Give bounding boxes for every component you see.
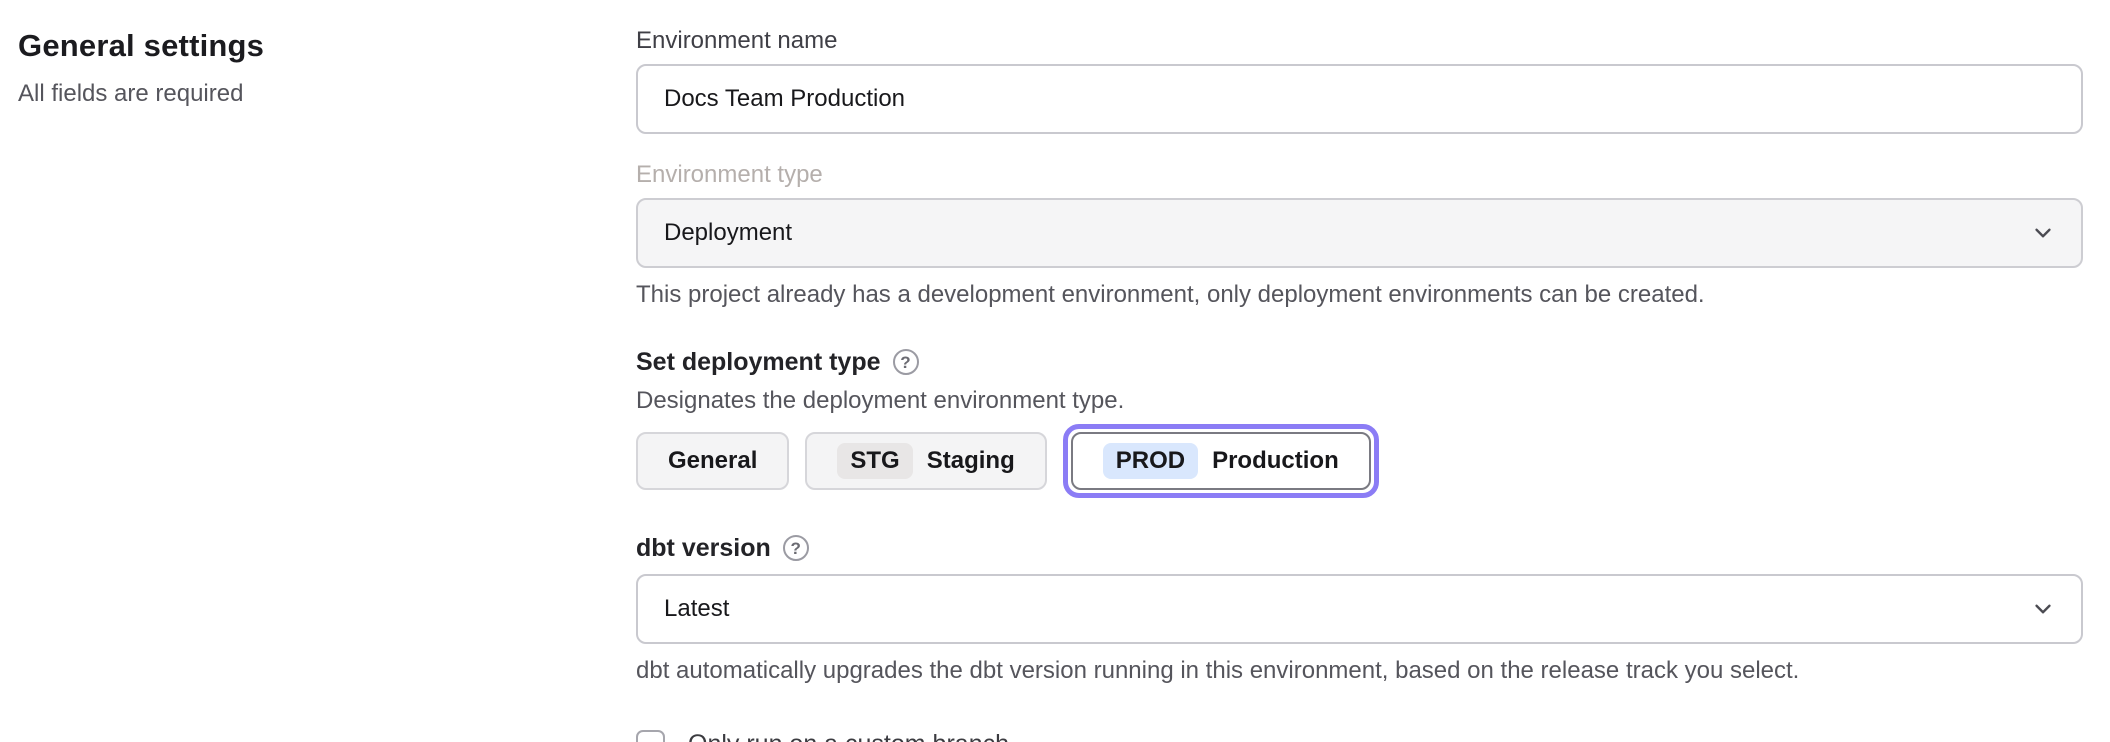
custom-branch-checkbox[interactable] [636,730,665,742]
deployment-type-option-staging[interactable]: STG Staging [805,432,1046,490]
deployment-type-option-production[interactable]: PROD Production [1071,432,1371,490]
deployment-type-option-general[interactable]: General [636,432,789,490]
environment-type-value: Deployment [664,219,792,247]
selected-option-ring: PROD Production [1063,424,1379,498]
general-settings-form: Environment name Environment type Deploy… [636,0,2083,742]
dbt-version-value: Latest [664,595,729,623]
settings-header: General settings All fields are required [18,28,578,108]
production-badge: PROD [1103,443,1198,479]
staging-badge: STG [837,443,912,479]
custom-branch-row: Only run on a custom branch [636,730,2083,742]
page-subtitle: All fields are required [18,80,578,108]
dbt-version-select[interactable]: Latest [636,574,2083,644]
custom-branch-label: Only run on a custom branch [688,730,1009,742]
environment-type-helper: This project already has a development e… [636,280,2083,310]
deployment-type-option-production-label: Production [1212,447,1339,475]
chevron-down-icon [2029,219,2057,247]
chevron-down-icon [2029,595,2057,623]
deployment-type-option-staging-label: Staging [927,447,1015,475]
help-icon[interactable]: ? [783,535,809,561]
deployment-type-description: Designates the deployment environment ty… [636,386,2083,416]
deployment-type-title: Set deployment type [636,346,881,378]
deployment-type-option-general-label: General [668,447,757,475]
dbt-version-helper: dbt automatically upgrades the dbt versi… [636,656,2083,686]
environment-name-input[interactable] [636,64,2083,134]
environment-name-label: Environment name [636,26,2083,56]
environment-type-label: Environment type [636,160,2083,190]
environment-type-select[interactable]: Deployment [636,198,2083,268]
deployment-type-options: General STG Staging PROD Production [636,424,2083,498]
help-icon[interactable]: ? [893,349,919,375]
dbt-version-title: dbt version [636,532,771,564]
page-title: General settings [18,28,578,64]
